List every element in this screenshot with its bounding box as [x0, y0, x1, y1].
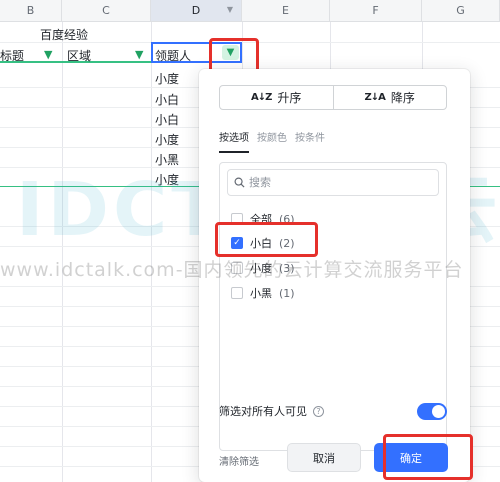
- visible-to-all-label: 筛选对所有人可见: [219, 405, 307, 418]
- column-header-b[interactable]: B: [0, 0, 62, 22]
- table-cell[interactable]: 小度: [155, 131, 179, 148]
- column-header-g[interactable]: G: [422, 0, 500, 22]
- option-count: (1): [279, 286, 295, 300]
- clear-filter-link[interactable]: 清除筛选: [219, 453, 259, 468]
- highlight-box: [383, 434, 473, 480]
- sheet-title-cell[interactable]: 百度经验: [40, 26, 88, 43]
- visible-to-all-setting: 筛选对所有人可见 ?: [219, 403, 324, 419]
- tab-by-option[interactable]: 按选项: [219, 129, 249, 153]
- watermark-text: www.idctalk.com-国内领先的云计算交流服务平台: [0, 259, 464, 281]
- header-cell-region[interactable]: 区域: [67, 47, 91, 64]
- checkbox[interactable]: [231, 287, 243, 299]
- table-cell[interactable]: 小白: [155, 111, 179, 128]
- column-header-c[interactable]: C: [62, 0, 151, 22]
- tab-by-color[interactable]: 按颜色: [257, 129, 287, 153]
- sort-controls: A↓Z 升序 Z↓A 降序: [219, 85, 447, 110]
- search-box: [227, 169, 439, 196]
- column-header-f[interactable]: F: [330, 0, 422, 22]
- search-icon: [234, 177, 245, 188]
- table-cell[interactable]: 小白: [155, 91, 179, 108]
- column-header-d[interactable]: D ▼: [151, 0, 242, 22]
- cancel-button[interactable]: 取消: [287, 443, 361, 472]
- option-label: 小黑: [250, 287, 272, 300]
- search-input[interactable]: [249, 176, 419, 189]
- filter-tabs: 按选项 按颜色 按条件: [219, 129, 325, 153]
- highlight-box: [215, 222, 318, 257]
- option-xiaohei[interactable]: 小黑 (1): [231, 285, 295, 301]
- sort-ascending-button[interactable]: A↓Z 升序: [220, 86, 333, 109]
- header-cell-title[interactable]: 标题: [0, 47, 24, 64]
- visible-to-all-toggle[interactable]: [417, 403, 447, 420]
- column-header-e[interactable]: E: [242, 0, 330, 22]
- sort-descending-icon: Z↓A: [364, 92, 386, 103]
- filter-icon[interactable]: ▼: [44, 48, 52, 61]
- sort-ascending-icon: A↓Z: [251, 92, 272, 103]
- chevron-down-icon[interactable]: ▼: [227, 5, 233, 14]
- sort-descending-button[interactable]: Z↓A 降序: [332, 86, 447, 109]
- header-cell-assignee[interactable]: 领题人: [155, 47, 191, 64]
- tab-by-condition[interactable]: 按条件: [295, 129, 325, 153]
- help-icon[interactable]: ?: [313, 405, 324, 417]
- table-cell[interactable]: 小度: [155, 70, 179, 87]
- filter-icon[interactable]: ▼: [135, 48, 143, 61]
